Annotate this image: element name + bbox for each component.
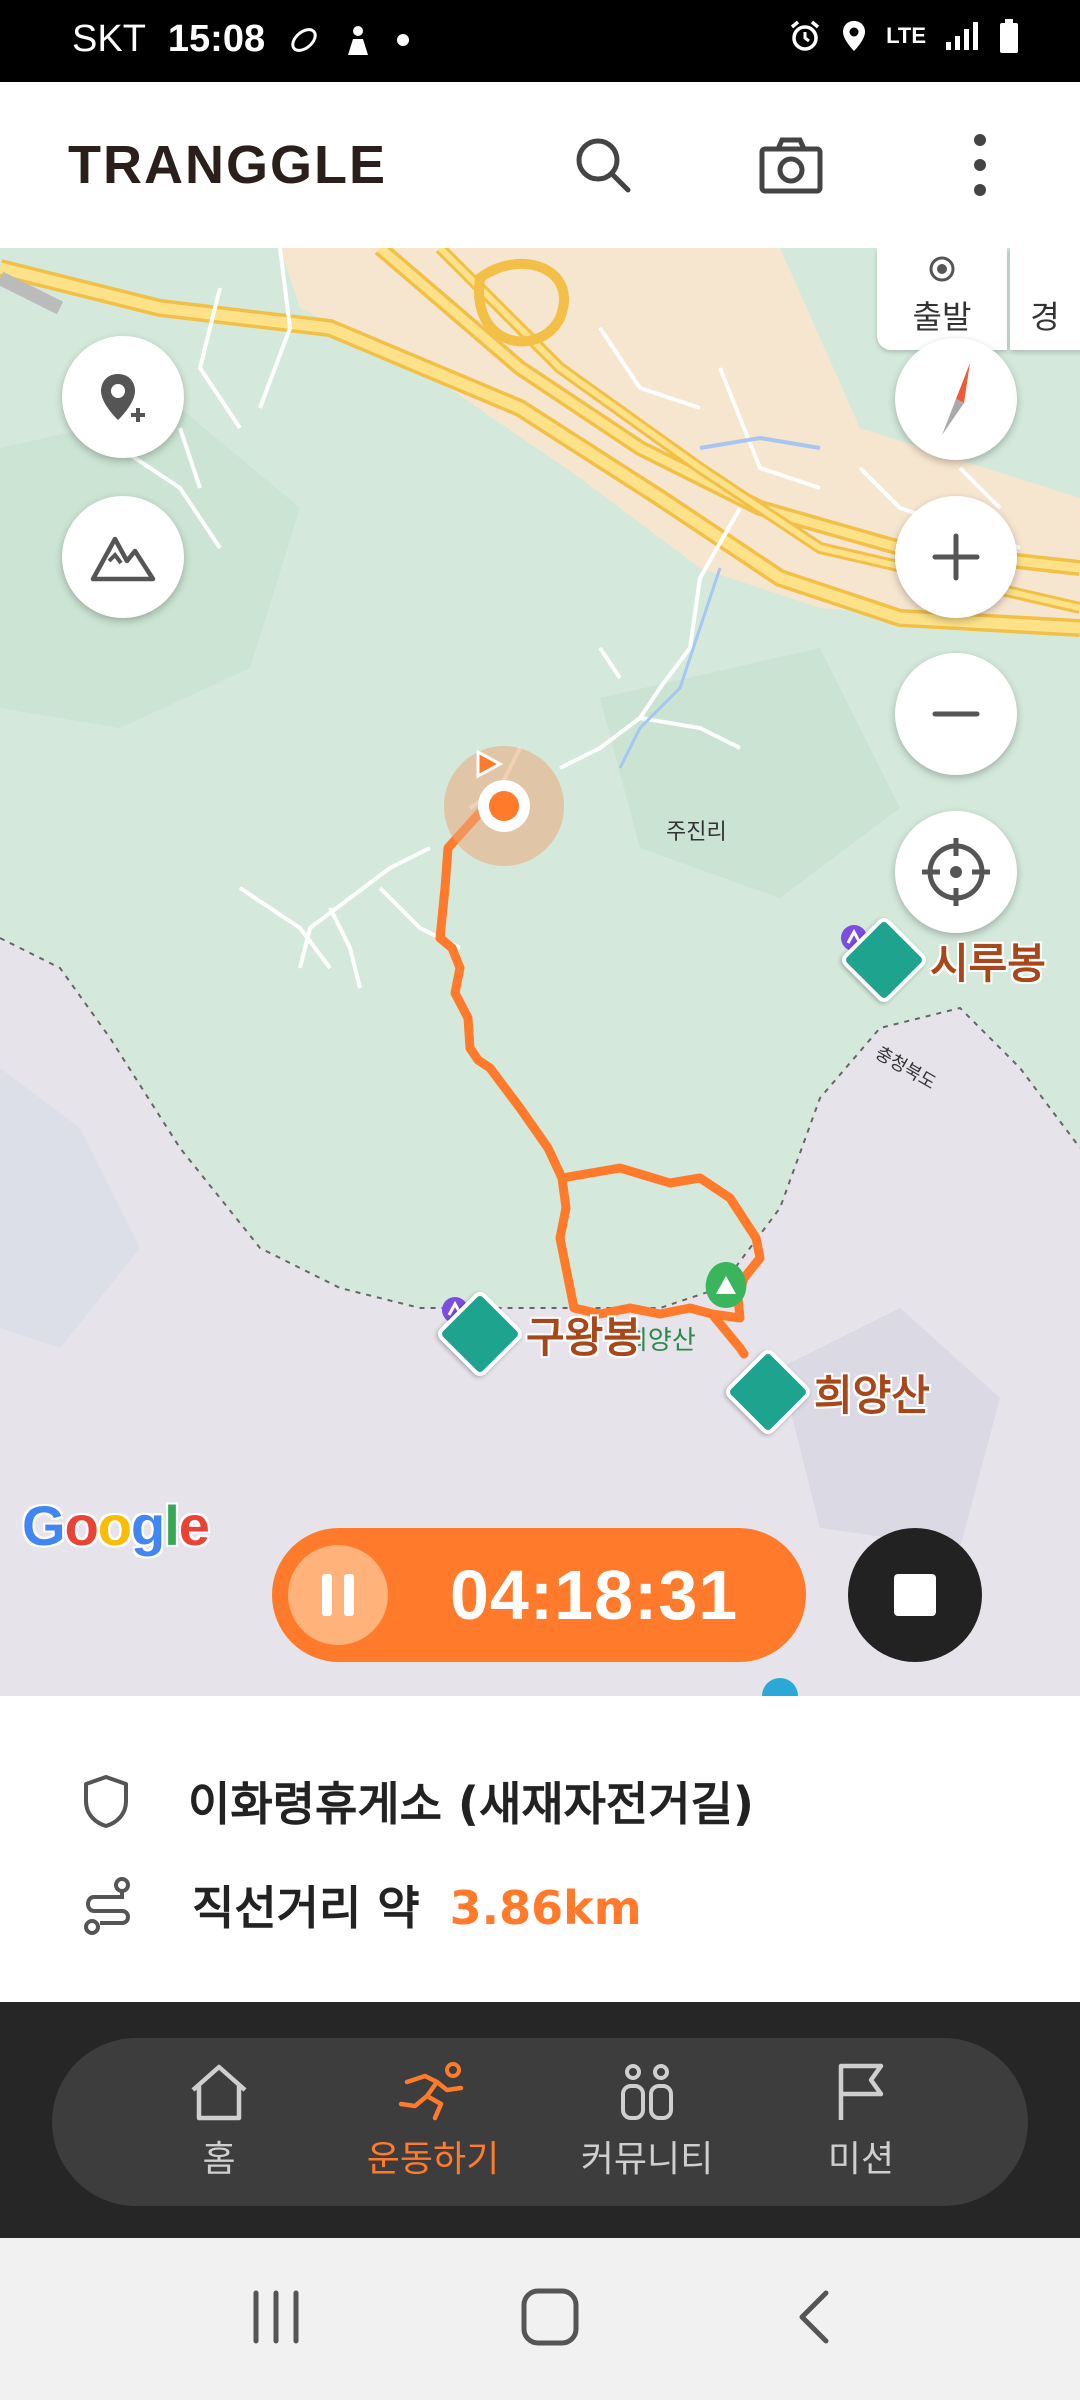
pin-plus-icon <box>101 374 145 422</box>
mountain-icon <box>838 914 930 1006</box>
recent-apps-button[interactable] <box>246 2289 306 2349</box>
clock: 15:08 <box>167 18 266 60</box>
elapsed-time: 04:18:31 <box>450 1556 739 1634</box>
start-point-icon <box>929 256 955 282</box>
more-vertical-icon <box>974 134 986 196</box>
home-square-icon <box>521 2288 579 2346</box>
compass-icon <box>942 363 970 435</box>
search-icon <box>576 138 631 193</box>
mountain-icon <box>434 1288 526 1380</box>
nav-community[interactable]: 커뮤니티 <box>547 2062 747 2182</box>
status-bar: SKT 15:08 LTE <box>0 0 1080 82</box>
peak-marker-guwangbong[interactable]: 구왕봉 <box>434 1288 642 1380</box>
nav-label: 커뮤니티 <box>580 2139 714 2180</box>
nav-home[interactable]: 홈 <box>119 2062 319 2182</box>
flag-icon <box>838 2063 884 2120</box>
carrier-name: SKT <box>72 18 146 60</box>
compass-button[interactable] <box>895 338 1017 460</box>
camera-icon <box>759 137 823 194</box>
nav-label: 운동하기 <box>366 2139 500 2180</box>
app-notification-icon <box>343 23 373 57</box>
network-type: LTE <box>886 23 926 48</box>
recent-apps-icon <box>253 2290 299 2344</box>
signal-icon <box>944 20 980 52</box>
app-logo: TRANGGLE <box>68 135 387 195</box>
zoom-out-button[interactable] <box>895 653 1017 775</box>
more-options-button[interactable] <box>937 122 1023 208</box>
stop-icon <box>894 1574 936 1616</box>
route-tab-label: 경 <box>1030 298 1060 336</box>
tracking-timer-pill: 04:18:31 <box>272 1528 806 1662</box>
mountain-outline-icon <box>90 536 156 582</box>
start-tab[interactable]: 출발 <box>877 248 1007 350</box>
nav-mission[interactable]: 미션 <box>761 2062 961 2182</box>
google-logo: Google <box>22 1494 210 1557</box>
stop-button[interactable] <box>848 1528 982 1662</box>
bottom-nav-container: 홈 운동하기 커뮤니티 미션 <box>0 2002 1080 2238</box>
start-tab-label: 출발 <box>912 298 972 336</box>
location-icon <box>840 19 868 53</box>
mountain-icon <box>722 1346 814 1438</box>
route-icon <box>84 1877 130 1935</box>
home-icon <box>191 2064 247 2121</box>
app-header: TRANGGLE <box>0 82 1080 248</box>
my-location-button[interactable] <box>895 811 1017 933</box>
terrain-button[interactable] <box>62 496 184 618</box>
minus-icon <box>932 711 980 717</box>
plus-icon <box>932 533 980 581</box>
peak-marker-sirubong[interactable]: 시루봉 <box>838 914 1046 1006</box>
map-view[interactable]: 주진리 충청북도 희양산 시루봉 구왕봉 희양산 출발 경 Google 04:… <box>0 248 1080 1696</box>
peak-name: 구왕봉 <box>526 1312 642 1362</box>
back-chevron-icon <box>799 2290 829 2344</box>
notification-icon <box>287 23 321 57</box>
village-label: 주진리 <box>666 820 727 845</box>
shield-icon <box>84 1775 128 1828</box>
distance-prefix: 직선거리 약 <box>192 1881 436 1935</box>
peak-marker-huiyangsan[interactable]: 희양산 <box>722 1346 930 1438</box>
straight-distance-row: 직선거리 약 3.86km <box>80 1872 642 1938</box>
nav-exercise[interactable]: 운동하기 <box>333 2062 533 2182</box>
pause-icon <box>322 1574 332 1616</box>
community-icon <box>621 2064 673 2120</box>
home-system-button[interactable] <box>519 2286 581 2352</box>
running-icon <box>398 2062 464 2121</box>
nav-label: 미션 <box>827 2139 895 2180</box>
pause-button[interactable] <box>288 1545 388 1645</box>
back-button[interactable] <box>794 2289 834 2349</box>
battery-icon <box>998 18 1020 54</box>
distance-value: 3.86km <box>449 1881 642 1935</box>
route-tab[interactable]: 경 <box>1010 248 1080 350</box>
alarm-icon <box>788 19 822 53</box>
crosshair-icon <box>922 838 990 906</box>
zoom-in-button[interactable] <box>895 496 1017 618</box>
distance-label: 직선거리 약 3.86km <box>192 1872 642 1938</box>
peak-name: 희양산 <box>814 1370 930 1420</box>
nearest-place-name: 이화령휴게소 (새재자전거길) <box>188 1777 754 1831</box>
add-waypoint-button[interactable] <box>62 336 184 458</box>
bottom-nav: 홈 운동하기 커뮤니티 미션 <box>52 2038 1028 2206</box>
system-navigation-bar <box>0 2238 1080 2400</box>
nearest-place-row[interactable]: 이화령휴게소 (새재자전거길) <box>80 1768 754 1834</box>
location-info-panel: 이화령휴게소 (새재자전거길) 직선거리 약 3.86km <box>0 1696 1080 2002</box>
camera-button[interactable] <box>748 122 834 208</box>
nav-label: 홈 <box>202 2139 236 2180</box>
search-button[interactable] <box>560 122 646 208</box>
dot-icon <box>395 32 411 48</box>
peak-name: 시루봉 <box>930 938 1046 988</box>
